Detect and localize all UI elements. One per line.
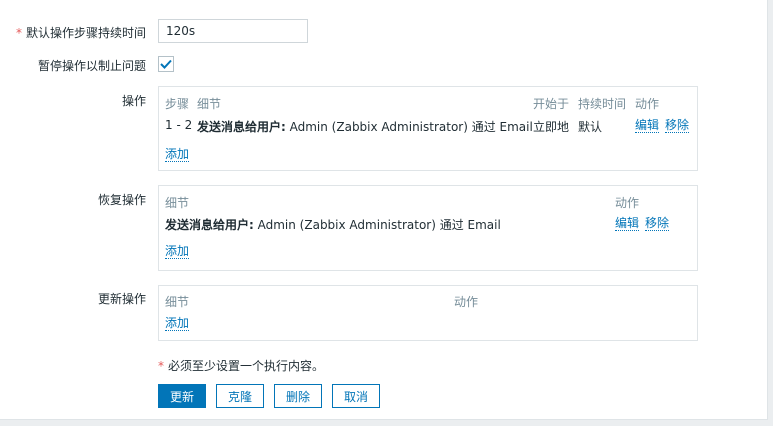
recovery-operations-table: 细节 动作 发送消息给用户: Admin (Zabbix Administrat… — [158, 185, 698, 271]
cancel-button[interactable]: 取消 — [332, 384, 380, 408]
add-operation-link[interactable]: 添加 — [165, 147, 190, 162]
operations-table: 步骤 细节 开始于 持续时间 动作 1 - 2 发送消息给用户: Admin (… — [158, 86, 698, 171]
row-start-in: 立即地 — [533, 120, 570, 134]
col-header-details: 细节 — [197, 97, 222, 111]
edit-operation-link[interactable]: 编辑 — [635, 118, 660, 133]
duration-input[interactable] — [158, 19, 308, 43]
operations-label: 操作 — [121, 94, 146, 108]
remove-operation-link[interactable]: 移除 — [665, 118, 690, 133]
col-header-action: 动作 — [615, 196, 640, 210]
col-header-details: 细节 — [165, 196, 190, 210]
update-button[interactable]: 更新 — [158, 384, 206, 408]
add-update-operation-link[interactable]: 添加 — [165, 316, 190, 331]
update-operations-label: 更新操作 — [97, 292, 146, 306]
pause-checkbox[interactable] — [158, 56, 174, 72]
row-details: 发送消息给用户: Admin (Zabbix Administrator) 通过… — [197, 120, 533, 134]
required-note: * 必须至少设置一个执行内容。 — [158, 359, 325, 373]
remove-recovery-operation-link[interactable]: 移除 — [645, 216, 670, 231]
checkmark-icon — [160, 59, 172, 69]
required-asterisk: * — [15, 26, 22, 40]
delete-button[interactable]: 删除 — [274, 384, 322, 408]
col-header-details: 细节 — [165, 295, 190, 309]
col-header-start-in: 开始于 — [533, 97, 570, 111]
update-operations-table: 细节 动作 添加 — [158, 285, 698, 341]
recovery-operations-label: 恢复操作 — [97, 193, 146, 207]
pause-label: 暂停操作以制止问题 — [37, 59, 146, 73]
clone-button[interactable]: 克隆 — [216, 384, 264, 408]
required-asterisk: * — [158, 359, 164, 373]
col-header-steps: 步骤 — [165, 97, 190, 111]
row-details: 发送消息给用户: Admin (Zabbix Administrator) 通过… — [165, 218, 501, 232]
duration-label: * 默认操作步骤持续时间 — [15, 26, 146, 40]
row-duration: 默认 — [578, 120, 603, 134]
col-header-duration: 持续时间 — [578, 97, 627, 111]
add-recovery-operation-link[interactable]: 添加 — [165, 244, 190, 259]
col-header-action: 动作 — [635, 97, 660, 111]
edit-recovery-operation-link[interactable]: 编辑 — [615, 216, 640, 231]
col-header-action: 动作 — [454, 295, 479, 309]
row-steps: 1 - 2 — [165, 118, 193, 132]
action-form-panel: *默认操作步骤持续时间 暂停操作以制止问题 操作 步骤 细节 开始于 持续时间 … — [0, 0, 768, 420]
